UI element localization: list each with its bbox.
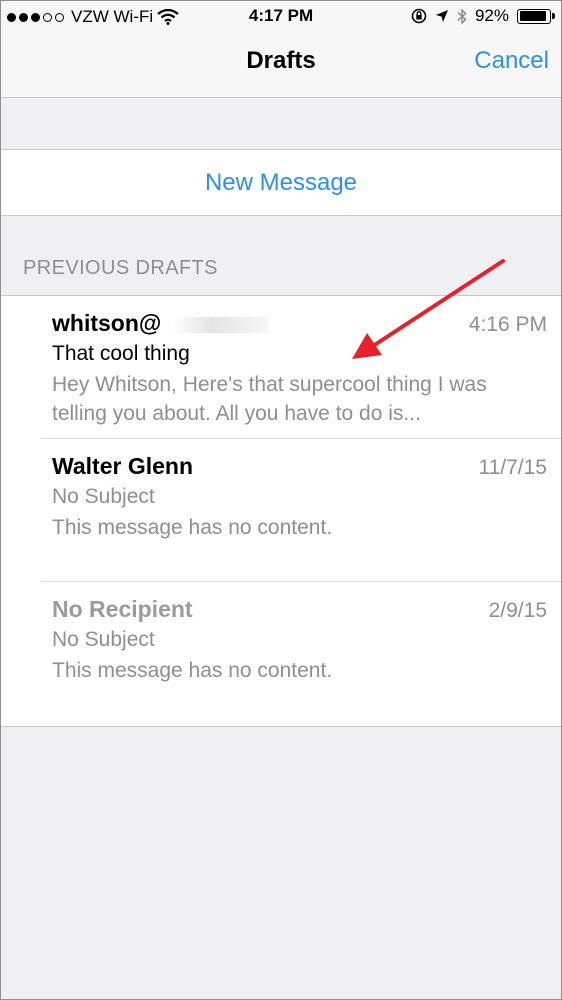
cancel-button[interactable]: Cancel: [474, 47, 549, 75]
draft-preview: This message has no content.: [52, 659, 333, 682]
battery-percent: 92%: [474, 6, 509, 25]
new-message-button[interactable]: New Message: [1, 149, 561, 216]
navigation-bar: VZW Wi-Fi 4:17 PM 92% Drafts Cancel: [1, 1, 561, 98]
redacted-address: [173, 316, 269, 333]
draft-subject: That cool thing: [52, 342, 190, 365]
orientation-lock-icon: [411, 8, 427, 24]
draft-preview: Hey Whitson, Here's that supercool thing…: [52, 373, 487, 425]
draft-row[interactable]: Walter Glenn 11/7/15 No Subject This mes…: [1, 439, 561, 582]
status-right: 92%: [411, 6, 555, 26]
draft-date: 2/9/15: [488, 599, 547, 622]
draft-sender: No Recipient: [52, 596, 193, 622]
status-bar: VZW Wi-Fi 4:17 PM 92%: [1, 1, 561, 33]
battery-fill: [519, 11, 547, 21]
section-header: PREVIOUS DRAFTS: [23, 257, 218, 279]
draft-sender: whitson@: [52, 310, 269, 337]
draft-subject: No Subject: [52, 628, 155, 651]
draft-row[interactable]: No Recipient 2/9/15 No Subject This mess…: [1, 582, 561, 725]
phone-screen: VZW Wi-Fi 4:17 PM 92% Drafts Cancel New …: [0, 0, 562, 1000]
drafts-list: whitson@ 4:16 PM That cool thing Hey Whi…: [1, 295, 561, 727]
battery-icon: [517, 8, 555, 24]
draft-row[interactable]: whitson@ 4:16 PM That cool thing Hey Whi…: [1, 296, 561, 439]
draft-date: 4:16 PM: [468, 313, 547, 336]
location-icon: [435, 10, 448, 22]
draft-date: 11/7/15: [478, 456, 547, 479]
draft-sender: Walter Glenn: [52, 453, 193, 479]
draft-sender-text: whitson@: [52, 310, 162, 336]
bluetooth-icon: [457, 7, 467, 25]
draft-subject: No Subject: [52, 485, 155, 508]
draft-preview: This message has no content.: [52, 516, 333, 539]
